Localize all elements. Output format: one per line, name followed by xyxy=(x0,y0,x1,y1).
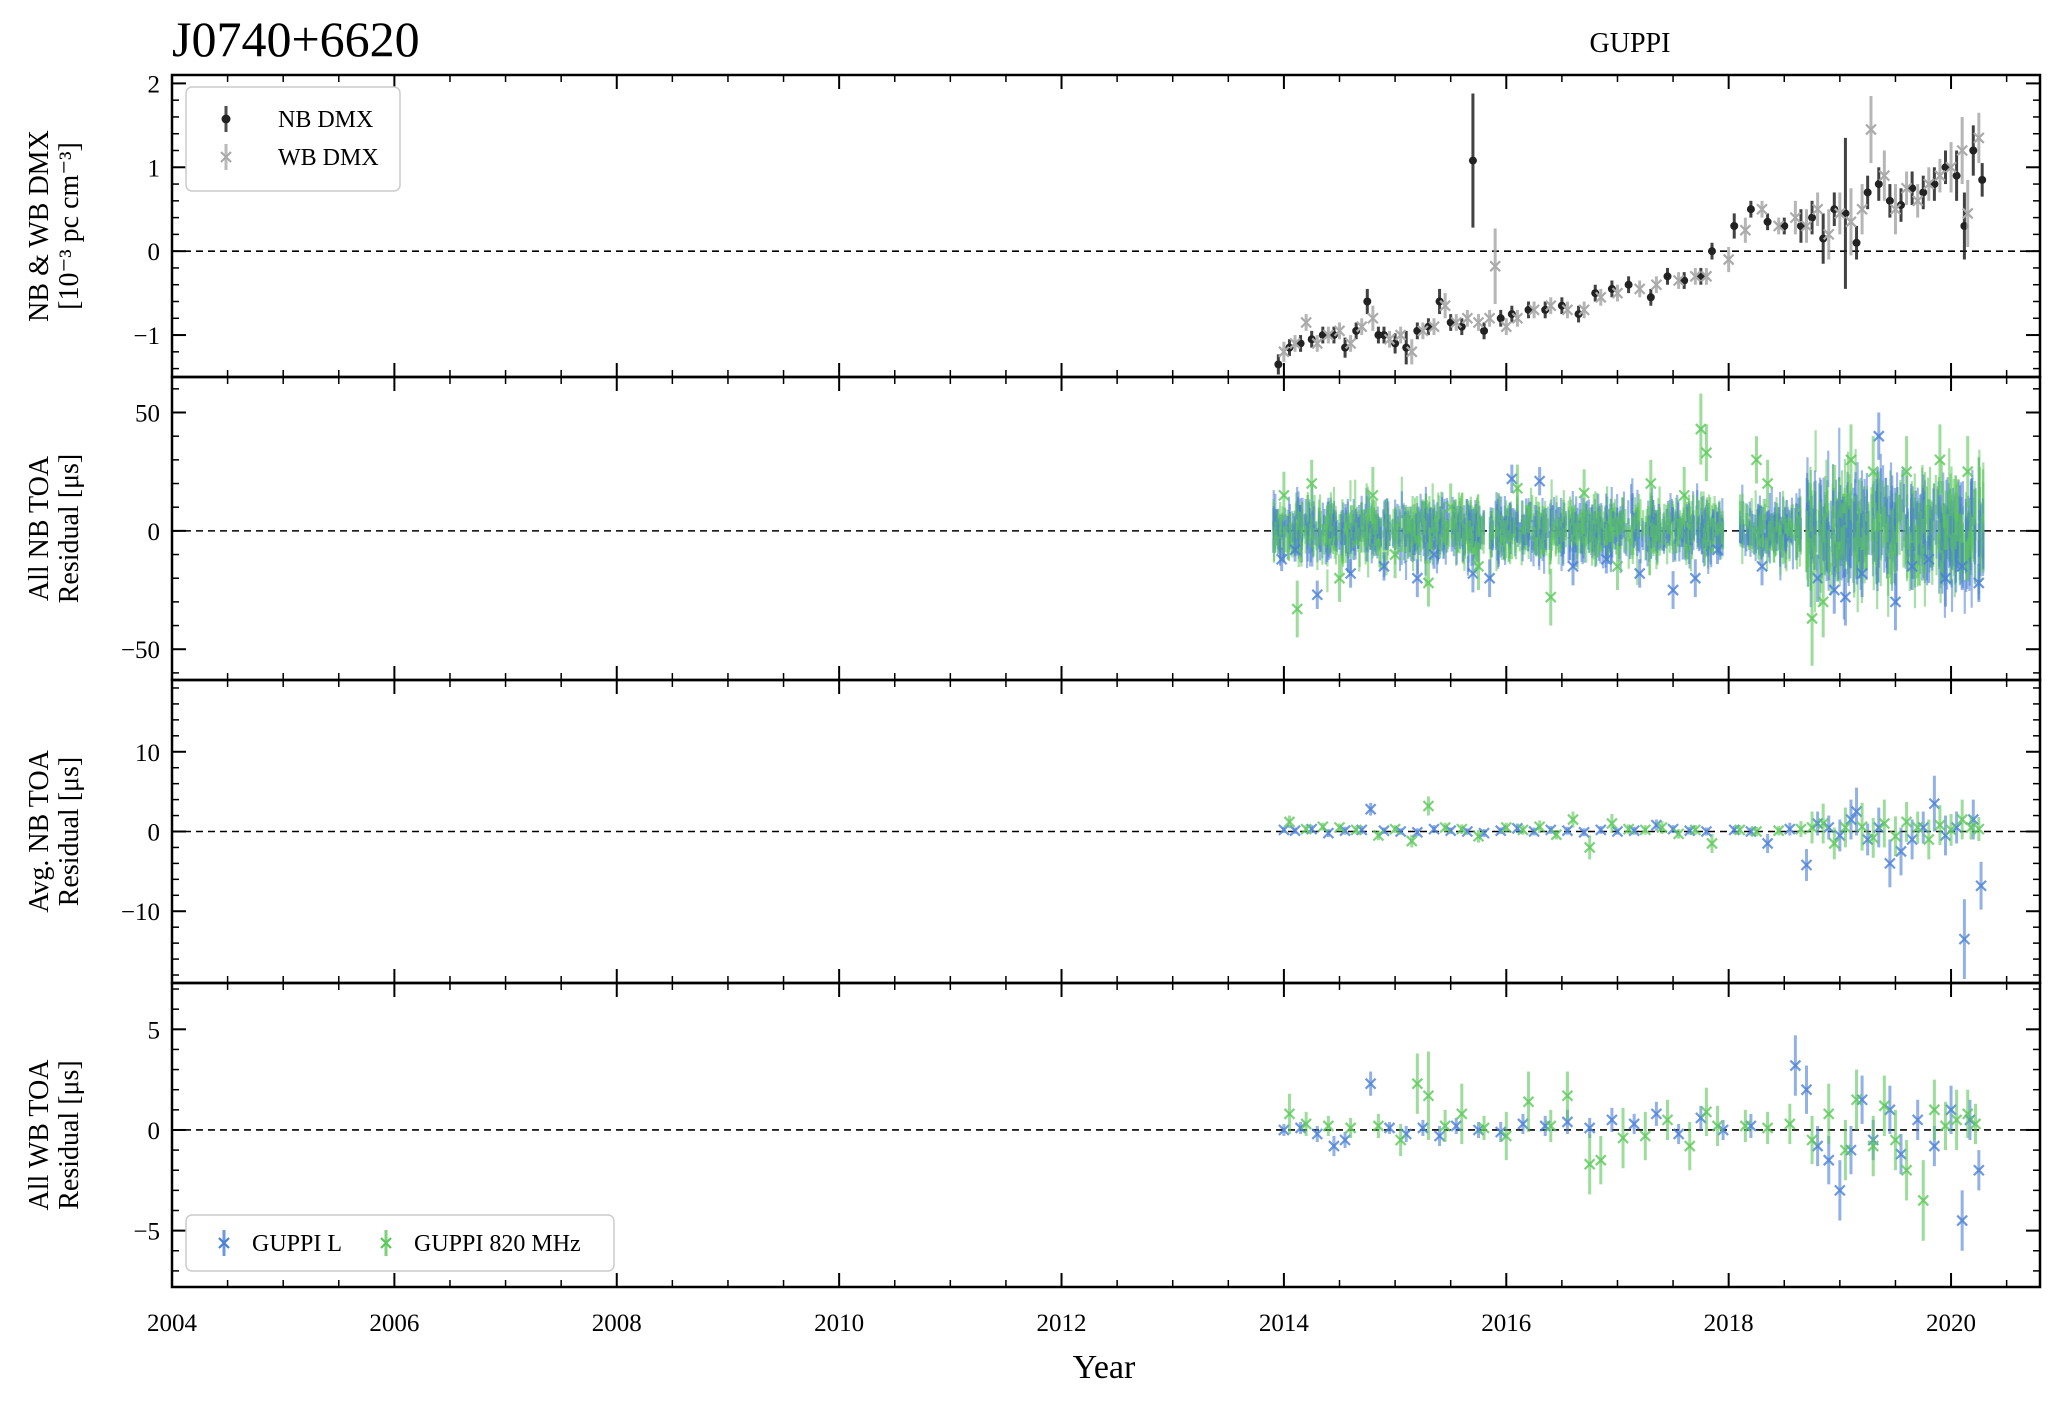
y-tick-label: −50 xyxy=(121,637,160,664)
data-point xyxy=(1363,297,1372,306)
legend-label: NB DMX xyxy=(278,107,373,133)
data-point xyxy=(1646,293,1655,302)
y-tick-label: 2 xyxy=(148,71,161,98)
legend-label: WB DMX xyxy=(278,145,379,171)
data-area xyxy=(172,393,2040,666)
panel-avg-nb: 10 0 −10 Avg. NB TOA Residual [μs] xyxy=(24,678,2042,985)
data-area xyxy=(172,775,2040,980)
legend: NB DMX WB DMX xyxy=(185,86,401,192)
data-point xyxy=(1480,326,1489,335)
data-point xyxy=(1763,217,1772,226)
residual-cloud xyxy=(1272,427,1985,620)
x-tick-label: 2020 xyxy=(1926,1310,1976,1337)
y-tick-label: 0 xyxy=(148,239,161,266)
data-point xyxy=(1746,205,1755,214)
series-guppi-820-mhz xyxy=(1283,1051,1982,1241)
x-tick-label: 2014 xyxy=(1259,1310,1310,1337)
y-tick-label: 0 xyxy=(148,519,161,546)
y-tick-label: −10 xyxy=(121,899,160,926)
data-point xyxy=(1730,222,1739,230)
panel-all-wb: 50−5All WB TOA Residual [μs]GUPPI L GUPPI … xyxy=(24,981,2042,1289)
data-point xyxy=(1663,272,1672,281)
data-point xyxy=(1952,171,1961,180)
data-point xyxy=(1278,824,1290,836)
pulsar-title: J0740+6620 xyxy=(172,11,420,67)
y-axis-label: NB & WB DMX xyxy=(24,130,55,322)
legend-label: GUPPI 820 MHz xyxy=(414,1231,581,1257)
panels-group: 210−1NB & WB DMX [10⁻³ pc cm⁻³]NB DMXWB D… xyxy=(24,71,2042,1289)
backend-title: GUPPI xyxy=(1590,28,1671,59)
data-point xyxy=(1919,188,1928,197)
series-guppi-l xyxy=(1278,775,1987,980)
y-tick-label: 5 xyxy=(148,1017,161,1044)
data-point xyxy=(1874,180,1883,189)
y-axis-label: All WB TOA xyxy=(24,1059,55,1211)
x-axis-label: Year xyxy=(1073,1349,1136,1386)
data-point xyxy=(1863,188,1872,197)
y-axis-label: All NB TOA xyxy=(24,455,55,601)
x-tick-label: 2006 xyxy=(369,1310,419,1337)
legend-label: GUPPI L xyxy=(252,1231,342,1257)
data-point xyxy=(1468,156,1477,165)
series-wb-dmx xyxy=(1278,95,1985,365)
y-axis-label: Residual [μs] xyxy=(54,454,85,604)
y-axis-label: Avg. NB TOA xyxy=(24,749,55,912)
x-tick-label: 2018 xyxy=(1704,1310,1754,1337)
panel-all-nb: 50 0 −50 All NB TOA Residual [μs] xyxy=(24,375,2042,682)
data-point xyxy=(1274,360,1283,369)
figure: J0740+6620 GUPPI 210−1NB & WB DMX [10⁻³ p… xyxy=(24,11,2042,1386)
data-point xyxy=(1885,196,1894,205)
data-area xyxy=(172,93,2040,375)
y-axis-label: [10⁻³ pc cm⁻³] xyxy=(54,142,85,310)
legend: GUPPI L GUPPI 820 MHz xyxy=(185,1214,615,1272)
panel-frame xyxy=(170,73,2042,379)
y-tick-label: 10 xyxy=(135,740,160,767)
y-tick-label: 1 xyxy=(148,155,161,182)
data-point xyxy=(1978,175,1987,184)
x-tick-label: 2010 xyxy=(814,1310,864,1337)
y-tick-label: 50 xyxy=(135,401,160,428)
x-tick-label: 2008 xyxy=(592,1310,642,1337)
series-nb-dmx xyxy=(1274,93,1987,375)
y-tick-label: 0 xyxy=(148,820,161,847)
legend-box xyxy=(185,86,401,192)
y-tick-label: −1 xyxy=(133,323,160,350)
y-axis-label: Residual [μs] xyxy=(54,1060,85,1210)
panel-dmx: 2 1 0 −1 NB & WB DMX [10⁻³ pc cm⁻³] NB DMX WB D… xyxy=(24,71,2042,379)
data-point xyxy=(1969,146,1978,155)
y-tick-label: −5 xyxy=(133,1219,160,1246)
x-axis: 2004 2006 2008 2010 2012 2014 2016 2018 2020 xyxy=(147,1310,1976,1337)
data-point xyxy=(1624,280,1633,289)
data-point xyxy=(1496,314,1505,323)
x-tick-label: 2012 xyxy=(1037,1310,1087,1337)
x-tick-label: 2016 xyxy=(1481,1310,1531,1337)
x-tick-label: 2004 xyxy=(147,1310,198,1337)
legend-marker-dot xyxy=(221,114,231,124)
y-axis-label: Residual [μs] xyxy=(54,757,85,907)
data-point xyxy=(1852,238,1861,247)
series-guppi-l xyxy=(1278,1035,1985,1251)
data-point xyxy=(1808,213,1817,222)
data-point xyxy=(1707,247,1716,256)
y-tick-label: 0 xyxy=(148,1118,161,1145)
